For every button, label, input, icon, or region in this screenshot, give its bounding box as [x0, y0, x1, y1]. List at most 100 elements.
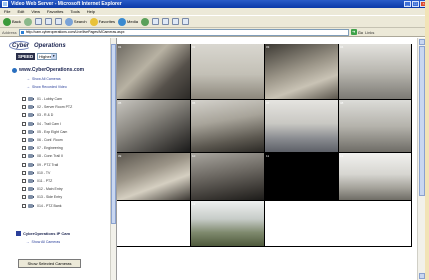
camera-row[interactable]: 03 - R & D: [22, 111, 112, 119]
camera-name: 03 - R & D: [37, 113, 54, 118]
camera-checkbox[interactable]: [22, 203, 26, 208]
camera-name: 06 - Conf. Room: [37, 138, 63, 143]
ip-cam-heading: CyberOperations IP Cam: [16, 231, 70, 236]
camera-checkbox[interactable]: [22, 178, 26, 183]
menu-favorites[interactable]: Favorites: [47, 9, 63, 14]
back-button[interactable]: Back: [3, 17, 21, 26]
stop-icon[interactable]: [34, 18, 42, 25]
camera-feed[interactable]: 06: [191, 100, 265, 153]
page-scrollbar[interactable]: [417, 38, 425, 280]
camera-row[interactable]: 014 - PTZ Bank: [22, 201, 112, 209]
camera-checkbox[interactable]: [22, 129, 26, 134]
camera-feed[interactable]: 13: [191, 201, 265, 247]
minimize-button[interactable]: _: [404, 1, 411, 7]
camera-row[interactable]: 07 - Engineering: [22, 144, 112, 152]
mail-icon[interactable]: [151, 18, 159, 25]
camera-checkbox[interactable]: [22, 195, 26, 200]
arrow-right-icon: →: [26, 76, 30, 81]
sidebar-scroll-thumb[interactable]: [111, 44, 116, 224]
camera-row[interactable]: 01 - Lobby Cam: [22, 95, 112, 103]
go-button[interactable]: ➜ Go: [350, 29, 363, 35]
camera-checkbox[interactable]: [22, 121, 26, 126]
camera-feed[interactable]: 10: [191, 153, 265, 201]
feed-label: 05: [118, 101, 122, 105]
back-label: Back: [12, 19, 21, 24]
ip-cam-icon: [16, 231, 21, 236]
camera-feed[interactable]: 05: [117, 100, 191, 153]
maximize-button[interactable]: □: [412, 1, 419, 7]
camera-row[interactable]: 010 - TV: [22, 169, 112, 177]
camera-row[interactable]: 013 - Side Entry: [22, 193, 112, 201]
camera-checkbox[interactable]: [22, 162, 26, 167]
camera-row[interactable]: 011 - PTZ: [22, 177, 112, 185]
show-all-cameras-link[interactable]: → Show All Cameras: [26, 76, 61, 81]
camera-icon: [28, 178, 34, 183]
camera-row[interactable]: 06 - Conf. Room: [22, 136, 112, 144]
camera-name: 07 - Engineering: [37, 146, 63, 151]
ip-show-all-link[interactable]: → Show All Cameras: [26, 240, 60, 244]
camera-name: 05 - Exp Eight Cam: [37, 129, 68, 134]
history-icon[interactable]: [140, 17, 149, 26]
camera-feed[interactable]: 03: [265, 44, 339, 100]
refresh-icon[interactable]: [44, 18, 52, 25]
camera-name: 04 - Trail Cam I: [37, 121, 61, 126]
feed-label: 02: [192, 45, 196, 49]
menu-help[interactable]: Help: [87, 9, 95, 14]
camera-sidebar: Cyber Operations SPEED Highest ▼ www.Cybe…: [0, 38, 117, 280]
links-label[interactable]: Links: [365, 30, 374, 35]
camera-checkbox[interactable]: [22, 97, 26, 102]
camera-row[interactable]: 04 - Trail Cam I: [22, 120, 112, 128]
menu-view[interactable]: View: [31, 9, 40, 14]
camera-feed[interactable]: 01: [117, 44, 191, 100]
camera-feed[interactable]: 12: [339, 153, 412, 201]
camera-feed[interactable]: 08: [339, 100, 412, 153]
camera-icon: [28, 203, 34, 208]
menu-edit[interactable]: Edit: [17, 9, 24, 14]
camera-feed-empty: [117, 201, 191, 247]
print-icon[interactable]: [161, 18, 169, 25]
show-recorded-video-label: Show Recorded Video: [32, 84, 67, 89]
camera-feed[interactable]: 02: [191, 44, 265, 100]
favorites-button[interactable]: Favorites: [89, 17, 116, 26]
address-input[interactable]: http://cam.cyberoperations.com/Live/live…: [18, 28, 349, 36]
camera-feed[interactable]: 07: [265, 100, 339, 153]
feed-label: 11: [266, 154, 270, 158]
camera-checkbox[interactable]: [22, 154, 26, 159]
discuss-icon[interactable]: [181, 18, 189, 25]
toolbar: Back Search Favorites Media: [0, 15, 429, 28]
forward-button[interactable]: [23, 17, 32, 26]
camera-feed[interactable]: 09: [117, 153, 191, 201]
menu-tools[interactable]: Tools: [70, 9, 79, 14]
show-selected-cameras-button[interactable]: Show Selected Cameras: [18, 259, 81, 268]
camera-checkbox[interactable]: [22, 187, 26, 192]
camera-row[interactable]: 012 - Main Entry: [22, 185, 112, 193]
camera-name: 09 - PTZ Trail: [37, 162, 59, 167]
site-title: www.CyberOperations.com: [19, 67, 85, 73]
favorites-label: Favorites: [98, 19, 116, 24]
camera-icon: [28, 138, 34, 143]
camera-icon: [28, 195, 34, 200]
camera-list: 01 - Lobby Cam 02 - Server Room PTZ 03 -…: [22, 95, 112, 210]
camera-icon: [28, 105, 34, 110]
home-icon[interactable]: [54, 18, 62, 25]
camera-feed[interactable]: 04: [339, 44, 412, 100]
camera-checkbox[interactable]: [22, 146, 26, 151]
camera-checkbox[interactable]: [22, 138, 26, 143]
camera-row[interactable]: 02 - Server Room PTZ: [22, 103, 112, 111]
camera-row[interactable]: 05 - Exp Eight Cam: [22, 128, 112, 136]
cyberoperations-logo: Cyber Operations: [9, 41, 66, 50]
speed-select[interactable]: Highest ▼: [37, 53, 58, 60]
edit-icon[interactable]: [171, 18, 179, 25]
menu-file[interactable]: File: [4, 9, 10, 14]
camera-name: 08 - Conn Trail II: [37, 154, 63, 159]
search-button[interactable]: Search: [64, 17, 87, 26]
camera-row[interactable]: 08 - Conn Trail II: [22, 152, 112, 160]
camera-checkbox[interactable]: [22, 105, 26, 110]
camera-feed[interactable]: 11: [265, 153, 339, 201]
media-button[interactable]: Media: [118, 17, 138, 26]
camera-checkbox[interactable]: [22, 170, 26, 175]
sidebar-scrollbar[interactable]: [110, 38, 116, 280]
camera-row[interactable]: 09 - PTZ Trail: [22, 161, 112, 169]
show-recorded-video-link[interactable]: → Show Recorded Video: [26, 84, 67, 89]
camera-checkbox[interactable]: [22, 113, 26, 118]
